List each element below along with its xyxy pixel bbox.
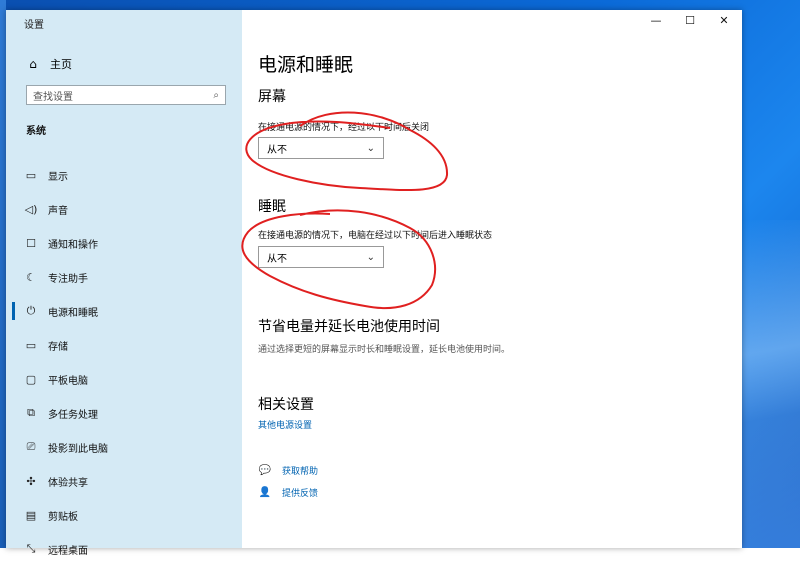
sidebar-item-multitasking[interactable]: ⧉ 多任务处理 [6, 396, 242, 430]
sidebar-item-sound[interactable]: ◁) 声音 [6, 192, 242, 226]
sidebar-section-label: 系统 [26, 126, 46, 137]
search-icon: ⌕ [213, 89, 219, 101]
get-help-label: 获取帮助 [282, 467, 319, 477]
notification-icon: ☐ [26, 236, 36, 250]
sidebar-item-power-sleep[interactable]: ⏻ 电源和睡眠 [6, 294, 242, 328]
sidebar-home[interactable]: ⌂ 主页 [26, 54, 72, 74]
page-title: 电源和睡眠 [258, 54, 354, 76]
sidebar: 设置 ⌂ 主页 查找设置 ⌕ 系统 ▭ 显示 ◁) 声音 ☐ 通知和操作 ☾ 专… [6, 10, 242, 557]
speaker-icon: ◁) [24, 202, 38, 216]
sidebar-item-display[interactable]: ▭ 显示 [6, 158, 242, 192]
sidebar-item-label: 存储 [48, 341, 68, 353]
sidebar-item-label: 声音 [48, 205, 68, 217]
multitask-icon: ⧉ [27, 406, 35, 419]
chevron-down-icon: ⌄ [366, 251, 375, 263]
sidebar-item-remote-desktop[interactable]: ⤡ 远程桌面 [6, 532, 242, 566]
share-icon: ✣ [26, 474, 36, 488]
moon-icon: ☾ [26, 270, 36, 284]
sidebar-item-projecting[interactable]: ⎚ 投影到此电脑 [6, 430, 242, 464]
sidebar-item-label: 通知和操作 [48, 239, 98, 251]
get-help-link[interactable]: 💬 获取帮助 [258, 464, 318, 477]
sidebar-item-label: 多任务处理 [48, 409, 98, 421]
feedback-icon: 👤 [258, 487, 272, 498]
sleep-timeout-select[interactable]: 从不 ⌄ [258, 246, 384, 268]
sidebar-item-storage[interactable]: ▭ 存储 [6, 328, 242, 362]
power-icon: ⏻ [26, 304, 36, 317]
clipboard-icon: ▤ [25, 508, 37, 522]
project-icon: ⎚ [26, 440, 36, 453]
home-icon: ⌂ [29, 57, 37, 71]
sidebar-item-tablet[interactable]: ▢ 平板电脑 [6, 362, 242, 396]
sidebar-item-label: 剪贴板 [48, 511, 78, 523]
window-title: 设置 [24, 20, 44, 31]
settings-window: 设置 ⌂ 主页 查找设置 ⌕ 系统 ▭ 显示 ◁) 声音 ☐ 通知和操作 ☾ 专… [6, 10, 742, 557]
additional-power-settings-link[interactable]: 其他电源设置 [258, 418, 312, 431]
storage-icon: ▭ [25, 338, 37, 352]
sidebar-item-clipboard[interactable]: ▤ 剪贴板 [6, 498, 242, 532]
sleep-timeout-value: 从不 [267, 253, 287, 265]
sidebar-item-label: 远程桌面 [48, 545, 88, 557]
sidebar-nav: ▭ 显示 ◁) 声音 ☐ 通知和操作 ☾ 专注助手 ⏻ 电源和睡眠 ▭ 存储 ▢… [6, 158, 242, 566]
main-content: 电源和睡眠 屏幕 在接通电源的情况下，经过以下时间后关闭 从不 ⌄ 睡眠 在接通… [258, 10, 728, 548]
screen-timeout-value: 从不 [267, 144, 287, 156]
sidebar-item-label: 显示 [48, 171, 68, 183]
sleep-description: 在接通电源的情况下，电脑在经过以下时间后进入睡眠状态 [258, 231, 493, 241]
screen-heading: 屏幕 [258, 89, 286, 105]
wallpaper-light-rays [740, 220, 800, 548]
sidebar-item-label: 投影到此电脑 [48, 443, 108, 455]
sidebar-home-label: 主页 [50, 58, 72, 71]
sidebar-item-shared-experiences[interactable]: ✣ 体验共享 [6, 464, 242, 498]
chevron-down-icon: ⌄ [366, 142, 375, 154]
chat-help-icon: 💬 [258, 465, 272, 476]
sidebar-item-label: 体验共享 [48, 477, 88, 489]
give-feedback-link[interactable]: 👤 提供反馈 [258, 486, 318, 499]
sidebar-item-label: 专注助手 [48, 273, 88, 285]
battery-description: 通过选择更短的屏幕显示时长和睡眠设置，延长电池使用时间。 [258, 345, 511, 355]
screen-description: 在接通电源的情况下，经过以下时间后关闭 [258, 123, 430, 133]
search-placeholder: 查找设置 [33, 91, 73, 103]
battery-heading: 节省电量并延长电池使用时间 [258, 319, 440, 335]
monitor-icon: ▭ [25, 168, 37, 182]
search-input[interactable]: 查找设置 ⌕ [26, 85, 226, 105]
give-feedback-label: 提供反馈 [282, 489, 319, 499]
sidebar-item-label: 平板电脑 [48, 375, 88, 387]
sleep-heading: 睡眠 [258, 199, 286, 215]
screen-timeout-select[interactable]: 从不 ⌄ [258, 137, 384, 159]
sidebar-item-notifications[interactable]: ☐ 通知和操作 [6, 226, 242, 260]
related-settings-heading: 相关设置 [258, 397, 314, 413]
sidebar-item-focus-assist[interactable]: ☾ 专注助手 [6, 260, 242, 294]
tablet-icon: ▢ [25, 372, 37, 386]
remote-icon: ⤡ [26, 542, 36, 555]
sidebar-item-label: 电源和睡眠 [48, 307, 98, 319]
